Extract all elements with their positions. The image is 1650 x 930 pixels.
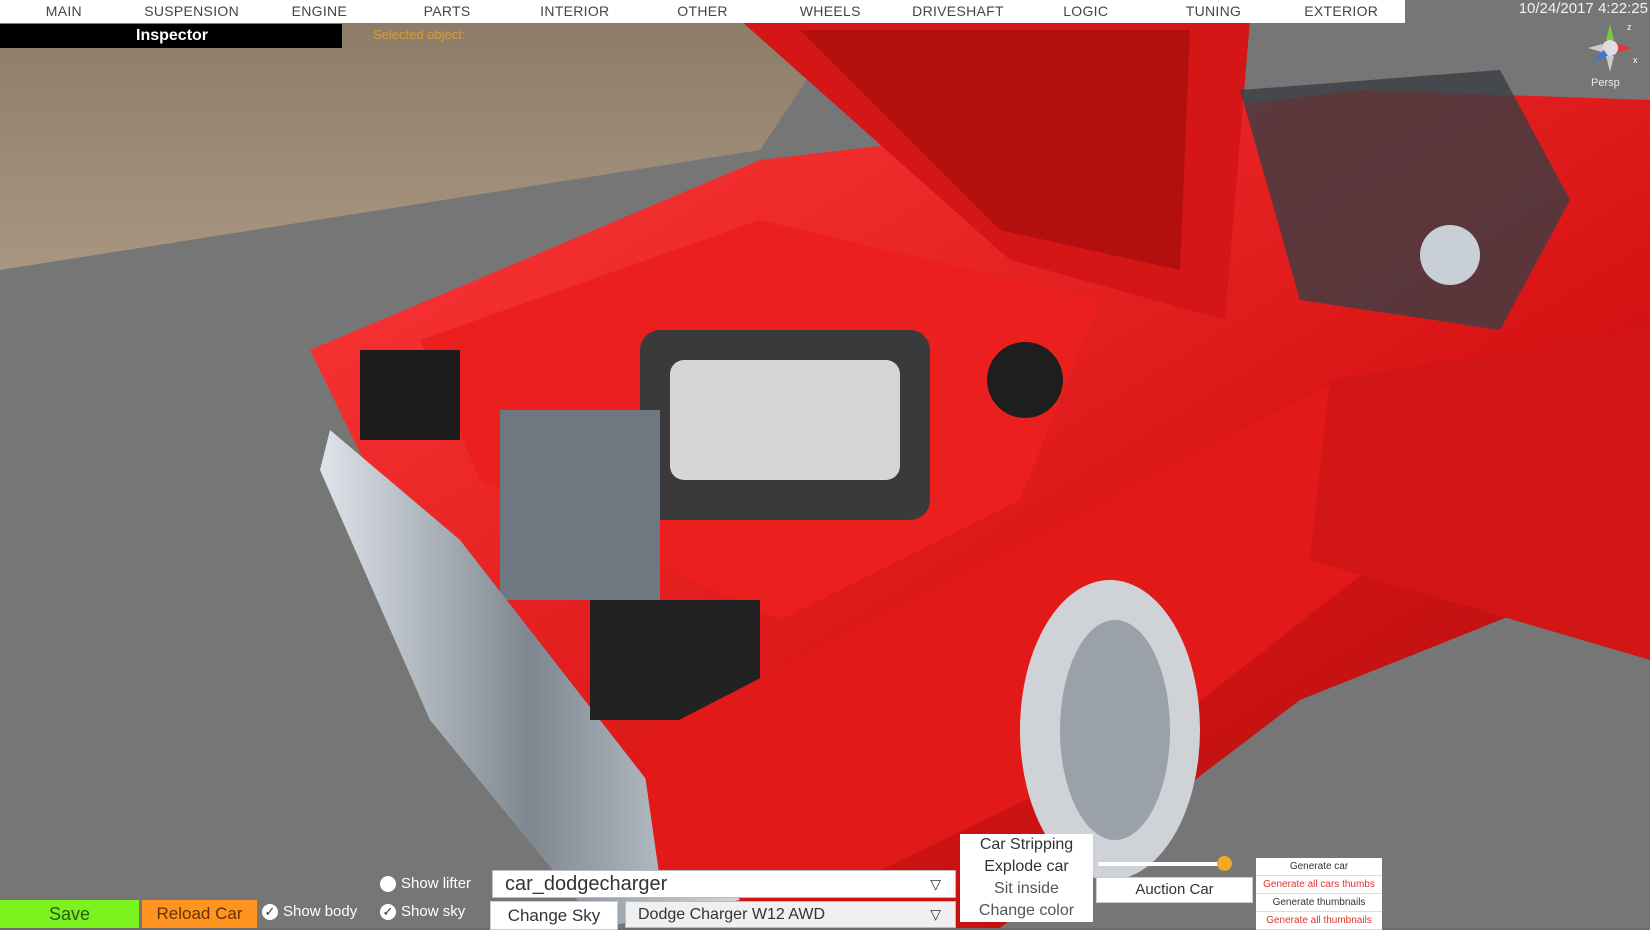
orientation-gizmo-icon[interactable]: z x — [1580, 18, 1640, 78]
auction-slider[interactable] — [1098, 856, 1233, 871]
save-button[interactable]: Save — [0, 900, 139, 928]
inspector-header: Inspector — [0, 24, 342, 48]
checkmark-icon: ✓ — [380, 903, 396, 920]
chevron-down-icon: ▽ — [930, 906, 941, 922]
tab-exterior[interactable]: EXTERIOR — [1277, 0, 1405, 23]
car-actions-menu: Car Stripping Explode car Sit inside Cha… — [960, 834, 1093, 922]
generate-menu: Generate car Generate all cars thumbs Ge… — [1256, 858, 1382, 930]
datetime-readout: 10/24/2017 4:22:25 — [1518, 0, 1648, 17]
sit-inside-button[interactable]: Sit inside — [960, 878, 1093, 900]
tab-driveshaft[interactable]: DRIVESHAFT — [894, 0, 1022, 23]
tab-parts[interactable]: PARTS — [383, 0, 511, 23]
show-body-label: Show body — [283, 903, 358, 920]
selected-object-label: Selected object: — [373, 27, 466, 42]
category-tab-bar: MAIN SUSPENSION ENGINE PARTS INTERIOR OT… — [0, 0, 1405, 23]
car-stripping-button[interactable]: Car Stripping — [960, 834, 1093, 856]
tab-engine[interactable]: ENGINE — [255, 0, 383, 23]
gizmo-axis-x: x — [1633, 55, 1638, 65]
tab-wheels[interactable]: WHEELS — [766, 0, 894, 23]
generate-all-cars-thumbs-button[interactable]: Generate all cars thumbs — [1256, 876, 1382, 894]
auction-car-button[interactable]: Auction Car — [1096, 877, 1253, 903]
car-select-dropdown[interactable]: car_dodgecharger ▽ — [492, 870, 956, 898]
gizmo-axis-z: z — [1627, 22, 1632, 32]
slider-track — [1098, 862, 1231, 866]
change-sky-button[interactable]: Change Sky — [490, 901, 618, 930]
tab-main[interactable]: MAIN — [0, 0, 128, 23]
tab-other[interactable]: OTHER — [639, 0, 767, 23]
tab-suspension[interactable]: SUSPENSION — [128, 0, 256, 23]
projection-label[interactable]: Persp — [1591, 77, 1620, 89]
model-select-value: Dodge Charger W12 AWD — [638, 905, 826, 923]
generate-all-thumbnails-button[interactable]: Generate all thumbnails — [1256, 912, 1382, 930]
generate-car-button[interactable]: Generate car — [1256, 858, 1382, 876]
change-color-button[interactable]: Change color — [960, 900, 1093, 922]
show-lifter-label: Show lifter — [401, 875, 472, 892]
model-select-dropdown[interactable]: Dodge Charger W12 AWD ▽ — [625, 901, 956, 928]
show-lifter-toggle[interactable]: Show lifter — [380, 875, 471, 892]
car-scene — [0, 0, 1650, 928]
show-sky-label: Show sky — [401, 903, 466, 920]
tab-logic[interactable]: LOGIC — [1022, 0, 1150, 23]
explode-car-button[interactable]: Explode car — [960, 856, 1093, 878]
3d-viewport[interactable] — [0, 0, 1650, 928]
inspector-title: Inspector — [136, 27, 209, 44]
generate-thumbnails-button[interactable]: Generate thumbnails — [1256, 894, 1382, 912]
unchecked-circle-icon — [380, 875, 396, 892]
checkmark-icon: ✓ — [262, 903, 278, 920]
reload-car-button[interactable]: Reload Car — [142, 900, 257, 928]
show-body-toggle[interactable]: ✓ Show body — [262, 903, 357, 920]
tab-interior[interactable]: INTERIOR — [511, 0, 639, 23]
chevron-down-icon: ▽ — [930, 875, 941, 892]
car-select-value: car_dodgecharger — [505, 872, 668, 895]
tab-tuning[interactable]: TUNING — [1150, 0, 1278, 23]
show-sky-toggle[interactable]: ✓ Show sky — [380, 903, 465, 920]
